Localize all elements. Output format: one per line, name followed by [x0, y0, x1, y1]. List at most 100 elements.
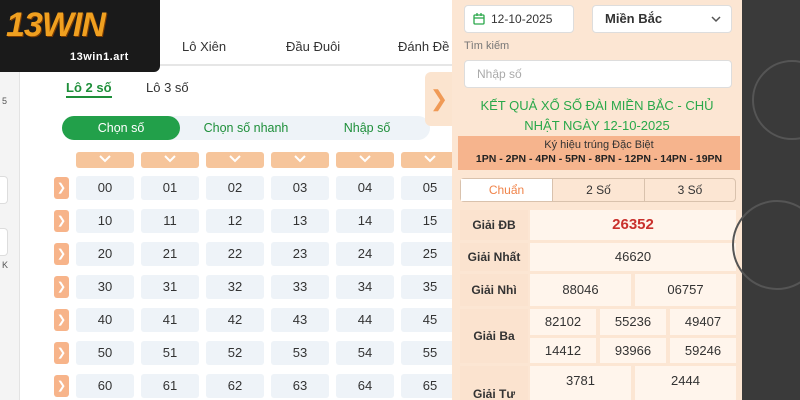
- number-cell[interactable]: 32: [206, 275, 264, 299]
- prize-label-db: Giải ĐB: [460, 210, 528, 240]
- number-cell[interactable]: 43: [271, 308, 329, 332]
- mode-nhap-so[interactable]: Nhập số: [312, 116, 422, 140]
- number-cell[interactable]: 60: [76, 374, 134, 398]
- view-mode-3-so[interactable]: 3 Số: [645, 179, 735, 201]
- number-cell[interactable]: 51: [141, 341, 199, 365]
- row-select-button[interactable]: ❯: [54, 276, 69, 298]
- subtab-lo-2-so[interactable]: Lô 2 số: [66, 80, 112, 98]
- number-cell[interactable]: 22: [206, 242, 264, 266]
- number-cell[interactable]: 44: [336, 308, 394, 332]
- special-symbol-box: Ký hiệu trúng Đặc Biệt 1PN - 2PN - 4PN -…: [458, 136, 740, 170]
- number-cell[interactable]: 30: [76, 275, 134, 299]
- chevron-down-icon: [711, 16, 721, 23]
- number-cell[interactable]: 61: [141, 374, 199, 398]
- collapse-panel-toggle[interactable]: ❯: [425, 72, 453, 126]
- number-cell[interactable]: 03: [271, 176, 329, 200]
- view-mode-segmented: Chuẩn 2 Số 3 Số: [460, 178, 736, 202]
- number-cell[interactable]: 35: [401, 275, 459, 299]
- row-select-button[interactable]: ❯: [54, 243, 69, 265]
- number-cell[interactable]: 04: [336, 176, 394, 200]
- number-cell[interactable]: 40: [76, 308, 134, 332]
- calendar-icon: [473, 13, 485, 25]
- result-title-line: KẾT QUẢ XỔ SỐ ĐÀI MIỀN BẮC - CHỦ: [480, 98, 714, 113]
- number-cell[interactable]: 42: [206, 308, 264, 332]
- site-logo[interactable]: 13WIN 13win1.art: [0, 0, 160, 72]
- chevron-down-icon: [164, 155, 176, 163]
- special-symbol-label: Ký hiệu trúng Đặc Biệt: [544, 139, 654, 151]
- number-cell[interactable]: 05: [401, 176, 459, 200]
- prize-label-nhat: Giải Nhất: [460, 243, 528, 271]
- view-mode-2-so[interactable]: 2 Số: [553, 179, 645, 201]
- number-cell[interactable]: 54: [336, 341, 394, 365]
- prize-label-ba: Giải Ba: [460, 309, 528, 363]
- number-cell[interactable]: 34: [336, 275, 394, 299]
- number-cell[interactable]: 01: [141, 176, 199, 200]
- prize-value: 49407: [670, 309, 736, 335]
- number-cell[interactable]: 12: [206, 209, 264, 233]
- chevron-down-icon: [359, 155, 371, 163]
- row-select-button[interactable]: ❯: [54, 375, 69, 397]
- number-cell[interactable]: 65: [401, 374, 459, 398]
- region-select[interactable]: Miền Bắc: [592, 5, 732, 33]
- tab-dau-duoi[interactable]: Đầu Đuôi: [286, 39, 340, 54]
- number-cell[interactable]: 10: [76, 209, 134, 233]
- row-select-button[interactable]: ❯: [54, 342, 69, 364]
- prize-value: 59246: [670, 338, 736, 363]
- number-cell[interactable]: 15: [401, 209, 459, 233]
- prize-value: 93966: [600, 338, 666, 363]
- column-select-button[interactable]: [141, 152, 199, 168]
- number-cell[interactable]: 45: [401, 308, 459, 332]
- number-cell[interactable]: 21: [141, 242, 199, 266]
- number-cell[interactable]: 53: [271, 341, 329, 365]
- column-select-button[interactable]: [401, 152, 459, 168]
- number-cell[interactable]: 33: [271, 275, 329, 299]
- number-cell[interactable]: 50: [76, 341, 134, 365]
- number-cell[interactable]: 63: [271, 374, 329, 398]
- number-cell[interactable]: 13: [271, 209, 329, 233]
- view-mode-chuan[interactable]: Chuẩn: [461, 179, 553, 201]
- prize-label-tu: Giải Tư: [460, 366, 528, 400]
- number-cell[interactable]: 23: [271, 242, 329, 266]
- search-input[interactable]: Nhập số: [464, 60, 732, 88]
- number-cell[interactable]: 14: [336, 209, 394, 233]
- number-cell[interactable]: 20: [76, 242, 134, 266]
- row-select-button[interactable]: ❯: [54, 309, 69, 331]
- column-select-button[interactable]: [206, 152, 264, 168]
- left-strip-box: [0, 176, 8, 204]
- column-select-button[interactable]: [336, 152, 394, 168]
- logo-domain: 13win1.art: [70, 51, 129, 63]
- prize-value-db: 26352: [530, 210, 736, 240]
- number-cell[interactable]: 52: [206, 341, 264, 365]
- chevron-down-icon: [424, 155, 436, 163]
- tab-danh-de[interactable]: Đánh Đề: [398, 39, 449, 54]
- date-picker[interactable]: 12-10-2025: [464, 5, 574, 33]
- number-cell[interactable]: 55: [401, 341, 459, 365]
- prize-value: 55236: [600, 309, 666, 335]
- number-cell[interactable]: 11: [141, 209, 199, 233]
- number-cell[interactable]: 25: [401, 242, 459, 266]
- special-symbol-codes: 1PN - 2PN - 4PN - 5PN - 8PN - 12PN - 14P…: [475, 153, 723, 165]
- tab-lo-xien[interactable]: Lô Xiên: [182, 39, 226, 54]
- result-title: KẾT QUẢ XỔ SỐ ĐÀI MIỀN BẮC - CHỦ NHẬT NG…: [452, 96, 742, 136]
- number-cell[interactable]: 02: [206, 176, 264, 200]
- column-select-button[interactable]: [76, 152, 134, 168]
- chevron-down-icon: [229, 155, 241, 163]
- row-select-button[interactable]: ❯: [54, 210, 69, 232]
- number-cell[interactable]: 31: [141, 275, 199, 299]
- number-cell[interactable]: 62: [206, 374, 264, 398]
- chevron-down-icon: [99, 155, 111, 163]
- mode-chon-so[interactable]: Chọn số: [62, 116, 180, 140]
- lottery-result-panel: 12-10-2025 Miền Bắc Tìm kiếm Nhập số KẾT…: [452, 0, 742, 400]
- search-label: Tìm kiếm: [464, 40, 510, 52]
- mode-chon-so-nhanh[interactable]: Chọn số nhanh: [186, 116, 306, 140]
- number-cell[interactable]: 41: [141, 308, 199, 332]
- number-cell[interactable]: 24: [336, 242, 394, 266]
- column-select-button[interactable]: [271, 152, 329, 168]
- number-cell[interactable]: 00: [76, 176, 134, 200]
- prize-value: 88046: [530, 274, 631, 306]
- number-cell[interactable]: 64: [336, 374, 394, 398]
- chevron-right-icon: ❯: [429, 86, 449, 111]
- left-strip-box: [0, 228, 8, 256]
- subtab-lo-3-so[interactable]: Lô 3 số: [146, 80, 189, 95]
- row-select-button[interactable]: ❯: [54, 177, 69, 199]
